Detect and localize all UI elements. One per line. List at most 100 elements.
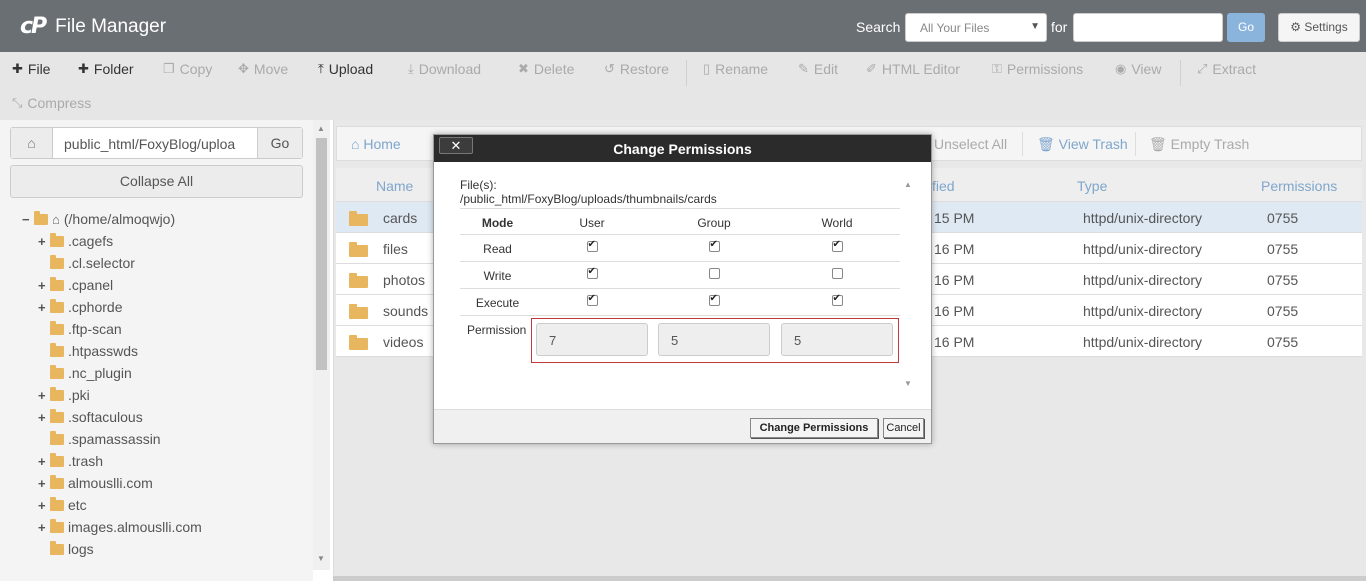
empty-trash-button[interactable]: 🗑 Empty Trash [1149, 136, 1249, 153]
trash-icon: 🗑 [1149, 136, 1167, 152]
tree-item[interactable]: .htpasswds [38, 342, 138, 359]
cancel-button[interactable]: Cancel [883, 418, 924, 438]
tree-item-label: etc [68, 497, 87, 513]
tree-item[interactable]: .nc_plugin [38, 364, 132, 381]
tree-item[interactable]: logs [38, 540, 94, 557]
execute-world-checkbox[interactable] [831, 293, 843, 306]
home-icon[interactable]: ⌂ [11, 128, 53, 158]
world-octal-field[interactable]: 5 [781, 323, 893, 356]
tree-item[interactable]: + .softaculous [38, 408, 143, 425]
file-type: httpd/unix-directory [1083, 303, 1203, 319]
expand-toggle-icon[interactable]: + [38, 410, 50, 425]
tree-item[interactable]: + etc [38, 496, 87, 513]
tree-item[interactable]: + .cagefs [38, 232, 113, 249]
tree-item[interactable]: .spamassassin [38, 430, 161, 447]
edit-box-icon: ✐ [866, 61, 877, 76]
move-button[interactable]: ✥ Move [238, 61, 288, 77]
scroll-thumb[interactable] [316, 138, 327, 370]
scroll-up-icon[interactable]: ▲ [904, 180, 912, 189]
execute-group-checkbox[interactable] [708, 293, 720, 306]
file-type: httpd/unix-directory [1083, 334, 1203, 350]
column-name[interactable]: Name [376, 178, 413, 194]
edit-button[interactable]: ✎ Edit [798, 61, 838, 77]
rename-button[interactable]: ▯ Rename [703, 61, 768, 77]
expand-toggle-icon[interactable]: + [38, 234, 50, 249]
column-permissions[interactable]: Permissions [1261, 178, 1337, 194]
expand-toggle-icon[interactable]: + [38, 454, 50, 469]
home-button[interactable]: ⌂ Home [351, 136, 401, 152]
search-scope-select[interactable]: All Your Files ▼ [905, 13, 1047, 42]
tree-item[interactable]: + almouslli.com [38, 474, 153, 491]
path-input[interactable]: public_html/FoxyBlog/uploa [64, 136, 256, 152]
folder-icon [50, 276, 64, 291]
copy-button[interactable]: ❐ Copy [163, 61, 212, 77]
left-panel: ⌂ public_html/FoxyBlog/uploa Go Collapse… [0, 120, 313, 581]
html-editor-button[interactable]: ✐ HTML Editor [866, 61, 960, 77]
tree-item[interactable]: .cl.selector [38, 254, 135, 271]
compress-icon: ⤡ [12, 95, 23, 110]
expand-toggle-icon[interactable]: + [38, 388, 50, 403]
pencil-icon: ✎ [798, 61, 809, 76]
write-world-checkbox[interactable] [831, 268, 843, 279]
folder-icon [349, 304, 368, 319]
scroll-down-icon[interactable]: ▼ [317, 554, 325, 563]
read-group-checkbox[interactable] [708, 239, 720, 252]
app-title: File Manager [55, 15, 167, 37]
read-world-checkbox[interactable] [831, 239, 843, 252]
tree-item-root[interactable]: − ⌂ (/home/almoqwjo) [22, 210, 175, 227]
upload-button[interactable]: ⤒ Upload [318, 61, 373, 77]
search-input[interactable] [1073, 13, 1223, 42]
tree-item[interactable]: + images.almouslli.com [38, 518, 202, 535]
scroll-up-icon[interactable]: ▲ [317, 124, 325, 133]
view-button[interactable]: ◉ View [1115, 61, 1161, 77]
execute-user-checkbox[interactable] [586, 293, 598, 306]
download-icon: ⤓ [408, 61, 414, 76]
collapse-toggle-icon[interactable]: − [22, 212, 34, 227]
restore-button[interactable]: ↺ Restore [604, 61, 669, 77]
scroll-down-icon[interactable]: ▼ [904, 379, 912, 388]
change-permissions-button[interactable]: Change Permissions [750, 418, 878, 438]
unselect-all-button[interactable]: Unselect All [934, 136, 1007, 152]
gear-icon: ⚙ [1290, 20, 1302, 34]
tree-item[interactable]: + .trash [38, 452, 103, 469]
files-path: /public_html/FoxyBlog/uploads/thumbnails… [460, 192, 717, 206]
view-trash-button[interactable]: 🗑 View Trash [1037, 136, 1128, 153]
download-button[interactable]: ⤓ Download [408, 61, 481, 77]
html-editor-label: HTML Editor [881, 61, 960, 77]
new-file-button[interactable]: ✚ File [12, 61, 50, 77]
permissions-button[interactable]: ⚿ Permissions [992, 61, 1083, 77]
cpanel-logo[interactable]: cP [20, 14, 47, 39]
tree-item[interactable]: .ftp-scan [38, 320, 122, 337]
collapse-all-button[interactable]: Collapse All [10, 165, 303, 198]
settings-button[interactable]: ⚙ Settings [1278, 13, 1360, 42]
dialog-titlebar: ✕ Change Permissions [434, 135, 931, 162]
tree-item[interactable]: + .cpanel [38, 276, 113, 293]
delete-button[interactable]: ✖ Delete [518, 61, 574, 77]
read-user-checkbox[interactable] [586, 239, 598, 252]
expand-toggle-icon[interactable]: + [38, 278, 50, 293]
write-group-checkbox[interactable] [708, 268, 720, 279]
expand-toggle-icon[interactable]: + [38, 520, 50, 535]
expand-toggle-icon[interactable]: + [38, 300, 50, 315]
tree-item[interactable]: + .pki [38, 386, 90, 403]
permissions-label: Permissions [1006, 61, 1084, 77]
new-folder-button[interactable]: ✚ Folder [78, 61, 134, 77]
column-modified[interactable]: fied [932, 178, 955, 194]
folder-icon [50, 518, 64, 533]
toolbar-divider [1022, 132, 1023, 156]
main-toolbar: ✚ File ✚ Folder ❐ Copy ✥ Move ⤒ Upload ⤓ Downl… [0, 52, 1366, 120]
tree-item[interactable]: + .cphorde [38, 298, 122, 315]
expand-toggle-icon[interactable]: + [38, 498, 50, 513]
left-scrollbar[interactable]: ▲ ▼ [313, 120, 330, 570]
group-octal-field[interactable]: 5 [658, 323, 770, 356]
search-go-button[interactable]: Go [1227, 13, 1265, 42]
path-go-button[interactable]: Go [257, 128, 302, 158]
expand-toggle-icon[interactable]: + [38, 476, 50, 491]
user-octal-field[interactable]: 7 [536, 323, 648, 356]
file-modified: 16 PM [934, 303, 975, 319]
compress-button[interactable]: ⤡ Compress [12, 95, 91, 111]
edit-label: Edit [813, 61, 839, 77]
write-user-checkbox[interactable] [586, 266, 598, 279]
column-type[interactable]: Type [1077, 178, 1107, 194]
extract-button[interactable]: ⤢ Extract [1197, 61, 1256, 77]
